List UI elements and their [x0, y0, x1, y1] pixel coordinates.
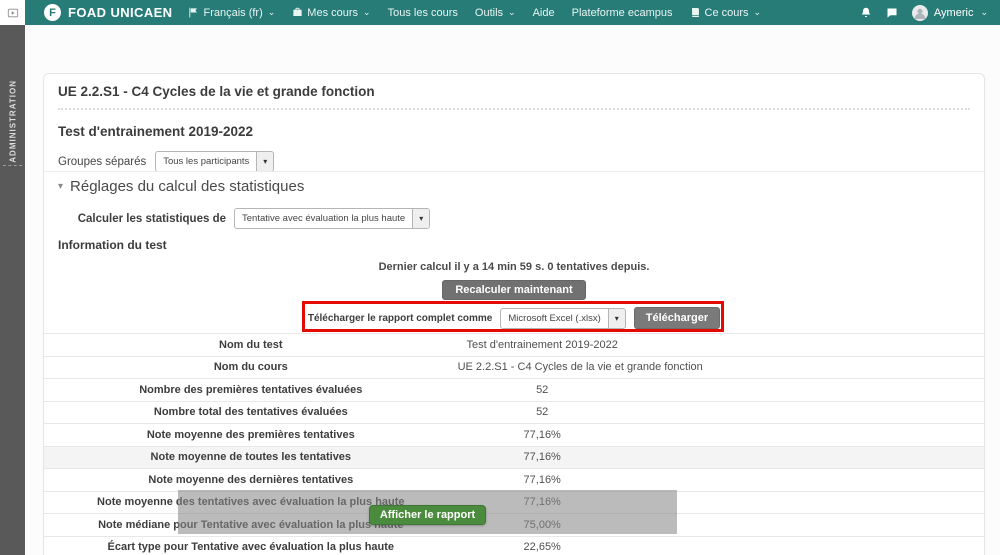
- chevron-down-icon: ⌄: [754, 8, 762, 17]
- row-value: 52: [458, 406, 627, 418]
- main-nav: Français (fr) ⌄ Mes cours ⌄ Tous les cou…: [188, 7, 761, 19]
- administration-drawer[interactable]: ADMINISTRATION: [0, 25, 25, 555]
- table-row: Écart type pour Tentative avec évaluatio…: [44, 536, 984, 555]
- table-row: Nom du test Test d'entrainement 2019-202…: [44, 333, 984, 356]
- chevron-down-icon: ▾: [608, 309, 625, 328]
- briefcase-icon: [292, 7, 303, 18]
- chevron-down-icon: ⌄: [268, 8, 276, 17]
- row-label: Nombre des premières tentatives évaluées: [44, 384, 458, 396]
- brand-label: FOAD UNICAEN: [68, 5, 172, 20]
- row-label: Nom du cours: [44, 361, 458, 373]
- chevron-down-icon: ▾: [256, 152, 273, 171]
- foad-logo-icon: F: [44, 4, 61, 21]
- download-label: Télécharger le rapport complet comme: [308, 313, 493, 324]
- recalc-wrap: Recalculer maintenant: [44, 280, 984, 300]
- table-row: Nombre total des tentatives évaluées 52: [44, 401, 984, 424]
- row-label: Note moyenne des dernières tentatives: [44, 474, 458, 486]
- calc-label: Calculer les statistiques de: [58, 213, 226, 225]
- nav-item-ce-cours[interactable]: Ce cours ⌄: [690, 7, 762, 19]
- nav-item-language[interactable]: Français (fr) ⌄: [188, 7, 275, 19]
- calc-row: Calculer les statistiques de Tentative a…: [58, 208, 430, 229]
- table-row: Note moyenne de toutes les tentatives 77…: [44, 446, 984, 469]
- user-menu[interactable]: Aymeric ⌄: [912, 5, 988, 21]
- quiz-title: Test d'entrainement 2019-2022: [58, 124, 253, 139]
- settings-section-header[interactable]: ▾ Réglages du calcul des statistiques: [58, 178, 304, 195]
- drawer-toggle-icon: [7, 7, 19, 19]
- info-section-title: Information du test: [58, 238, 167, 252]
- report-loading-overlay: Afficher le rapport: [178, 490, 677, 534]
- row-label: Note moyenne de toutes les tentatives: [44, 451, 458, 463]
- notifications-bell-icon[interactable]: [860, 7, 872, 19]
- topbar-right: Aymeric ⌄: [860, 5, 988, 21]
- screen: F FOAD UNICAEN Français (fr) ⌄ Mes cours…: [0, 0, 1000, 555]
- nav-item-aide[interactable]: Aide: [533, 7, 555, 19]
- brand[interactable]: F FOAD UNICAEN: [44, 4, 172, 21]
- calc-select[interactable]: Tentative avec évaluation la plus haute …: [234, 208, 430, 229]
- drawer-divider: [3, 165, 22, 166]
- nav-item-mes-cours[interactable]: Mes cours ⌄: [292, 7, 370, 19]
- last-calc-text: Dernier calcul il y a 14 min 59 s. 0 ten…: [44, 261, 984, 273]
- collapse-caret-icon: ▾: [58, 181, 63, 192]
- administration-label: ADMINISTRATION: [8, 80, 17, 163]
- chevron-down-icon: ⌄: [980, 8, 988, 17]
- table-row: Nombre des premières tentatives évaluées…: [44, 378, 984, 401]
- avatar: [912, 5, 928, 21]
- groups-row: Groupes séparés Tous les participants ▾: [58, 151, 274, 172]
- flag-icon: [188, 7, 199, 18]
- chevron-down-icon: ▾: [412, 209, 429, 228]
- download-button[interactable]: Télécharger: [634, 307, 720, 329]
- content-card: UE 2.2.S1 - C4 Cycles de la vie et grand…: [43, 73, 985, 555]
- user-name: Aymeric: [934, 7, 974, 19]
- row-label: Nom du test: [44, 339, 458, 351]
- book-icon: [690, 7, 701, 18]
- row-label: Note moyenne des premières tentatives: [44, 429, 458, 441]
- row-value: 77,16%: [458, 451, 627, 463]
- download-row: Télécharger le rapport complet comme Mic…: [44, 307, 984, 329]
- row-value: 22,65%: [458, 541, 627, 553]
- download-format-select[interactable]: Microsoft Excel (.xlsx) ▾: [500, 308, 625, 329]
- nav-item-plateforme-ecampus[interactable]: Plateforme ecampus: [572, 7, 673, 19]
- row-value: UE 2.2.S1 - C4 Cycles de la vie et grand…: [458, 361, 703, 373]
- row-label: Nombre total des tentatives évaluées: [44, 406, 458, 418]
- drawer-toggle-button[interactable]: [0, 0, 25, 25]
- recalculate-button[interactable]: Recalculer maintenant: [442, 280, 585, 300]
- course-title: UE 2.2.S1 - C4 Cycles de la vie et grand…: [58, 84, 970, 99]
- row-value: 77,16%: [458, 429, 627, 441]
- row-value: 52: [458, 384, 627, 396]
- nav-item-outils[interactable]: Outils ⌄: [475, 7, 516, 19]
- chevron-down-icon: ⌄: [508, 8, 516, 17]
- show-report-button[interactable]: Afficher le rapport: [369, 505, 486, 525]
- table-row: Note moyenne des premières tentatives 77…: [44, 423, 984, 446]
- nav-item-tous-les-cours[interactable]: Tous les cours: [388, 7, 458, 19]
- dotted-divider: [58, 108, 970, 110]
- top-navbar: F FOAD UNICAEN Français (fr) ⌄ Mes cours…: [0, 0, 1000, 25]
- messages-chat-icon[interactable]: [886, 7, 898, 19]
- row-value: Test d'entrainement 2019-2022: [458, 339, 627, 351]
- settings-section-title: Réglages du calcul des statistiques: [70, 178, 304, 195]
- row-label: Écart type pour Tentative avec évaluatio…: [44, 541, 458, 553]
- groups-select[interactable]: Tous les participants ▾: [155, 151, 274, 172]
- section-divider: [44, 171, 984, 172]
- table-row: Note moyenne des dernières tentatives 77…: [44, 468, 984, 491]
- table-row: Nom du cours UE 2.2.S1 - C4 Cycles de la…: [44, 356, 984, 379]
- groups-label: Groupes séparés: [58, 156, 146, 168]
- chevron-down-icon: ⌄: [363, 8, 371, 17]
- row-value: 77,16%: [458, 474, 627, 486]
